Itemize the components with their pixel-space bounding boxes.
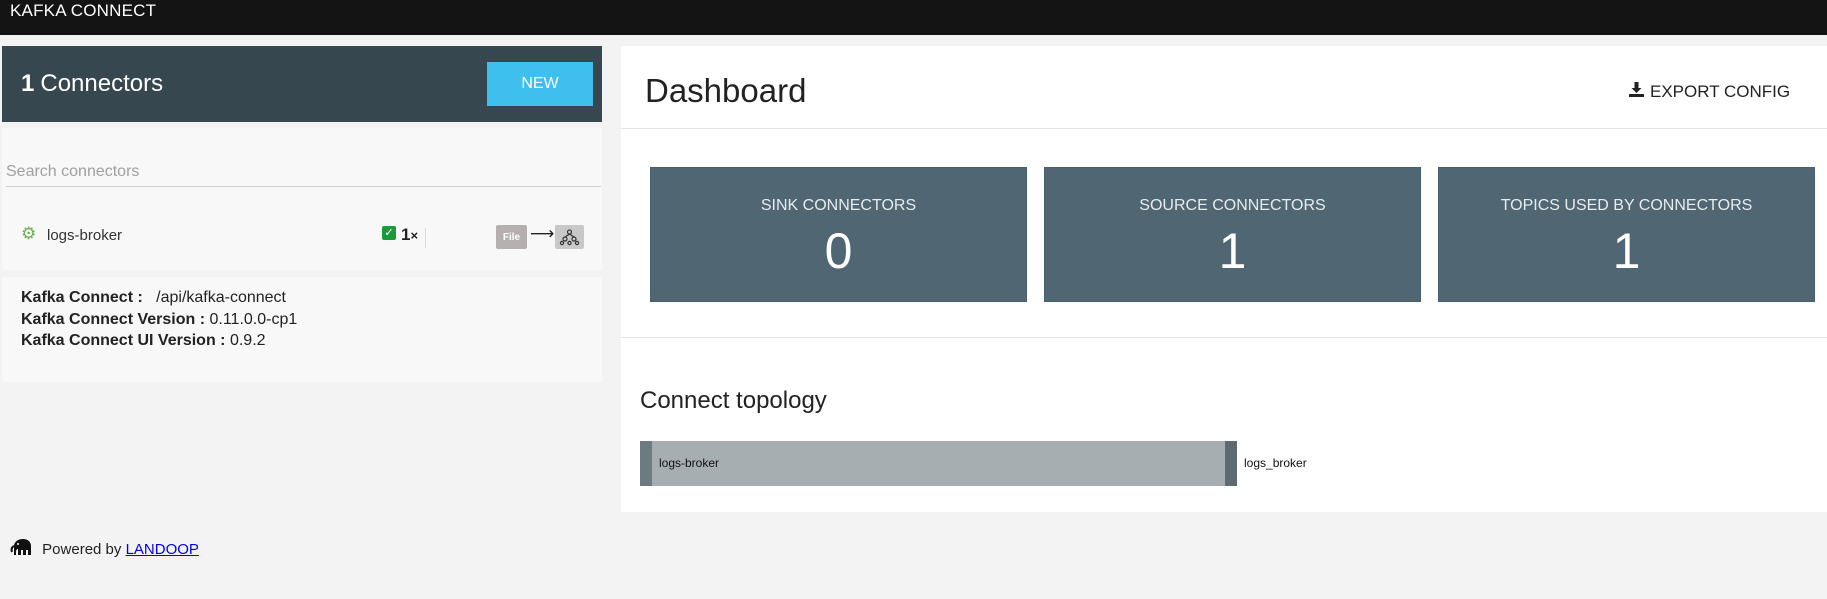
info-ui-version-value: 0.9.2	[229, 332, 266, 349]
download-icon	[1629, 82, 1644, 102]
export-config-label: EXPORT CONFIG	[1650, 82, 1791, 101]
tasks-multiplier: ×	[410, 228, 419, 243]
info-connect-value: /api/kafka-connect	[156, 289, 286, 306]
stat-label: TOPICS USED BY CONNECTORS	[1500, 197, 1753, 214]
connectors-count: 1	[21, 70, 35, 97]
info-ui-version-label: Kafka Connect UI Version :	[21, 332, 226, 349]
new-connector-button[interactable]: NEW	[487, 62, 593, 106]
top-navbar: KAFKA CONNECT	[0, 0, 1827, 35]
connector-tasks-count: 1×	[401, 225, 418, 245]
connect-info-panel: Kafka Connect : /api/kafka-connect Kafka…	[2, 277, 602, 382]
topology-title: Connect topology	[640, 387, 827, 414]
powered-by-text: Powered by	[42, 540, 122, 558]
info-version-label: Kafka Connect Version :	[21, 311, 206, 328]
file-source-badge: File	[496, 225, 527, 249]
stat-value: 1	[1218, 223, 1247, 279]
info-ui-version: Kafka Connect UI Version : 0.9.2	[21, 332, 266, 350]
divider	[621, 337, 1827, 338]
connectors-list-panel: ⚙ logs-broker ✓ 1× File ⟶	[2, 128, 602, 270]
check-icon: ✓	[382, 226, 396, 240]
app-title[interactable]: KAFKA CONNECT	[10, 1, 156, 21]
stat-value: 0	[824, 223, 853, 279]
elephant-logo-icon	[10, 536, 34, 564]
connectors-count-title: 1 Connectors	[21, 70, 163, 98]
divider	[621, 128, 1827, 129]
topology-node-edge	[640, 441, 652, 486]
info-connect-version: Kafka Connect Version : 0.11.0.0-cp1	[21, 311, 297, 329]
connector-list-item[interactable]: ⚙ logs-broker ✓ 1× File ⟶	[2, 224, 602, 256]
topology-node-edge	[1225, 441, 1237, 486]
topology-connector-label: logs-broker	[659, 456, 720, 470]
gear-icon: ⚙	[21, 224, 37, 243]
dashboard-panel: Dashboard EXPORT CONFIG SINK CONNECTORS …	[621, 46, 1827, 512]
page-title: Dashboard	[645, 72, 807, 109]
sink-connectors-stat: SINK CONNECTORS 0	[650, 167, 1027, 302]
connectors-header: 1 Connectors NEW	[2, 46, 602, 122]
info-connect-label: Kafka Connect :	[21, 289, 143, 306]
search-connectors-input[interactable]	[6, 158, 601, 187]
info-version-value: 0.11.0.0-cp1	[209, 311, 298, 328]
export-config-button[interactable]: EXPORT CONFIG	[1629, 82, 1790, 102]
connector-name[interactable]: logs-broker	[47, 227, 122, 244]
connectors-count-label: Connectors	[40, 70, 164, 97]
source-connectors-stat: SOURCE CONNECTORS 1	[1044, 167, 1421, 302]
info-connect-url: Kafka Connect : /api/kafka-connect	[21, 289, 286, 307]
landoop-link[interactable]: LANDOOP	[126, 541, 199, 558]
stat-label: SOURCE CONNECTORS	[1139, 197, 1326, 214]
kafka-icon	[555, 225, 584, 249]
stat-label: SINK CONNECTORS	[760, 197, 917, 214]
arrow-right-icon: ⟶	[530, 224, 555, 243]
stat-value: 1	[1612, 223, 1641, 279]
topology-connector-node[interactable]: logs-broker	[640, 441, 1237, 486]
topics-used-stat: TOPICS USED BY CONNECTORS 1	[1438, 167, 1815, 302]
powered-by-footer: Powered by LANDOOP	[10, 536, 199, 564]
topology-topic-label[interactable]: logs_broker	[1244, 456, 1307, 470]
row-divider	[425, 228, 426, 248]
